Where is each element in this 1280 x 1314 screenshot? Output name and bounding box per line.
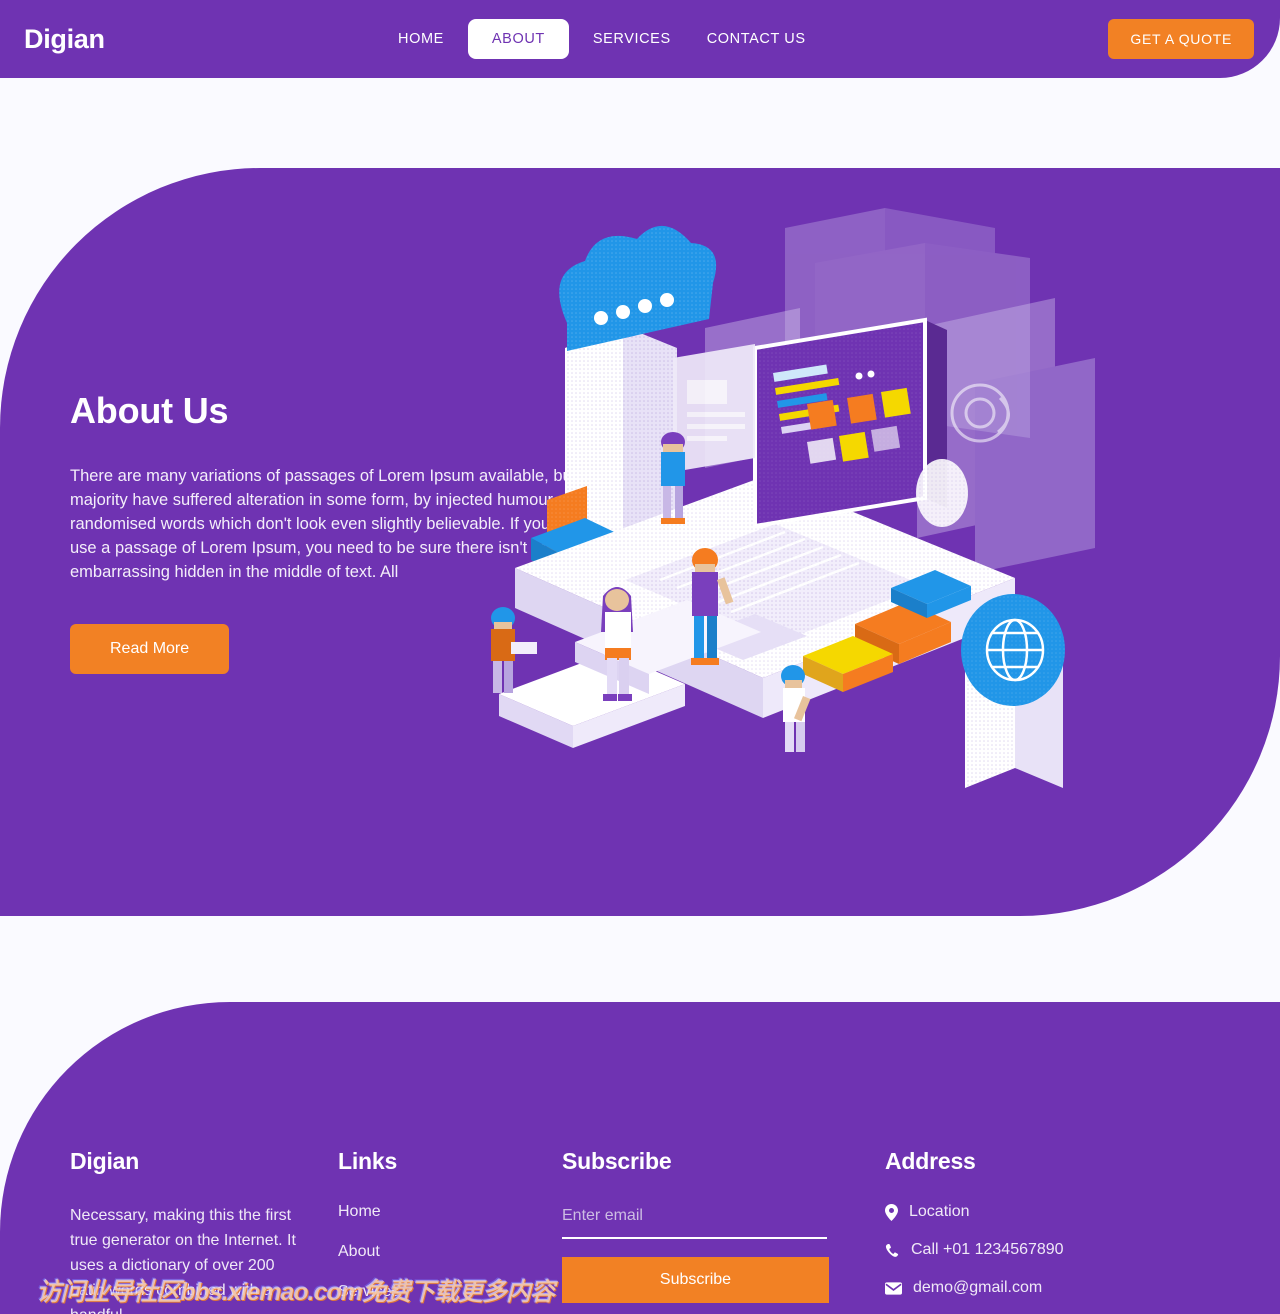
footer-links-heading: Links: [338, 1148, 398, 1174]
footer-subscribe-heading: Subscribe: [562, 1148, 672, 1174]
footer-columns: Digian Necessary, making this the first …: [0, 1148, 1280, 1314]
main-navigation: HOME ABOUT SERVICES CONTACT US: [380, 19, 824, 59]
footer-brand-column: Digian Necessary, making this the first …: [0, 1148, 324, 1314]
footer-address-column: Address Location Call +01 1234567890 dem: [867, 1148, 1197, 1314]
get-a-quote-button[interactable]: GET A QUOTE: [1108, 19, 1254, 59]
footer-link-home[interactable]: Home: [338, 1203, 552, 1221]
subscribe-email-input[interactable]: [562, 1203, 827, 1239]
isometric-workspace-illustration: [455, 208, 1095, 808]
location-pin-icon: [885, 1203, 898, 1221]
nav-item-contact-us[interactable]: CONTACT US: [689, 19, 824, 59]
address-email-row: demo@gmail.com: [885, 1279, 1197, 1297]
read-more-button[interactable]: Read More: [70, 624, 230, 674]
footer-link-services[interactable]: Services: [338, 1283, 552, 1301]
footer-address-heading: Address: [885, 1148, 976, 1174]
footer-brand-heading: Digian: [70, 1148, 140, 1174]
brand-logo[interactable]: Digian: [24, 24, 105, 55]
footer-subscribe-column: Subscribe Subscribe: [552, 1148, 867, 1314]
address-location-label: Location: [909, 1203, 970, 1220]
footer-links-column: Links Home About Services: [324, 1148, 552, 1314]
subscribe-button[interactable]: Subscribe: [562, 1257, 829, 1303]
address-email-label: demo@gmail.com: [913, 1279, 1043, 1296]
site-header: Digian HOME ABOUT SERVICES CONTACT US GE…: [0, 0, 1280, 78]
address-phone-row: Call +01 1234567890: [885, 1241, 1197, 1259]
illustration-svg: [491, 208, 1095, 788]
nav-item-home[interactable]: HOME: [380, 19, 462, 59]
site-footer: Digian Necessary, making this the first …: [0, 1002, 1280, 1314]
phone-icon: [885, 1243, 899, 1257]
hero-section: About Us There are many variations of pa…: [0, 168, 1280, 916]
nav-item-about[interactable]: ABOUT: [467, 19, 569, 59]
envelope-icon: [885, 1281, 902, 1295]
nav-item-services[interactable]: SERVICES: [575, 19, 689, 59]
footer-link-about[interactable]: About: [338, 1243, 552, 1261]
address-phone-label: Call +01 1234567890: [911, 1241, 1064, 1258]
address-location-row: Location: [885, 1203, 1197, 1221]
footer-brand-description: Necessary, making this the first true ge…: [70, 1207, 296, 1314]
person-figure: [491, 607, 537, 693]
